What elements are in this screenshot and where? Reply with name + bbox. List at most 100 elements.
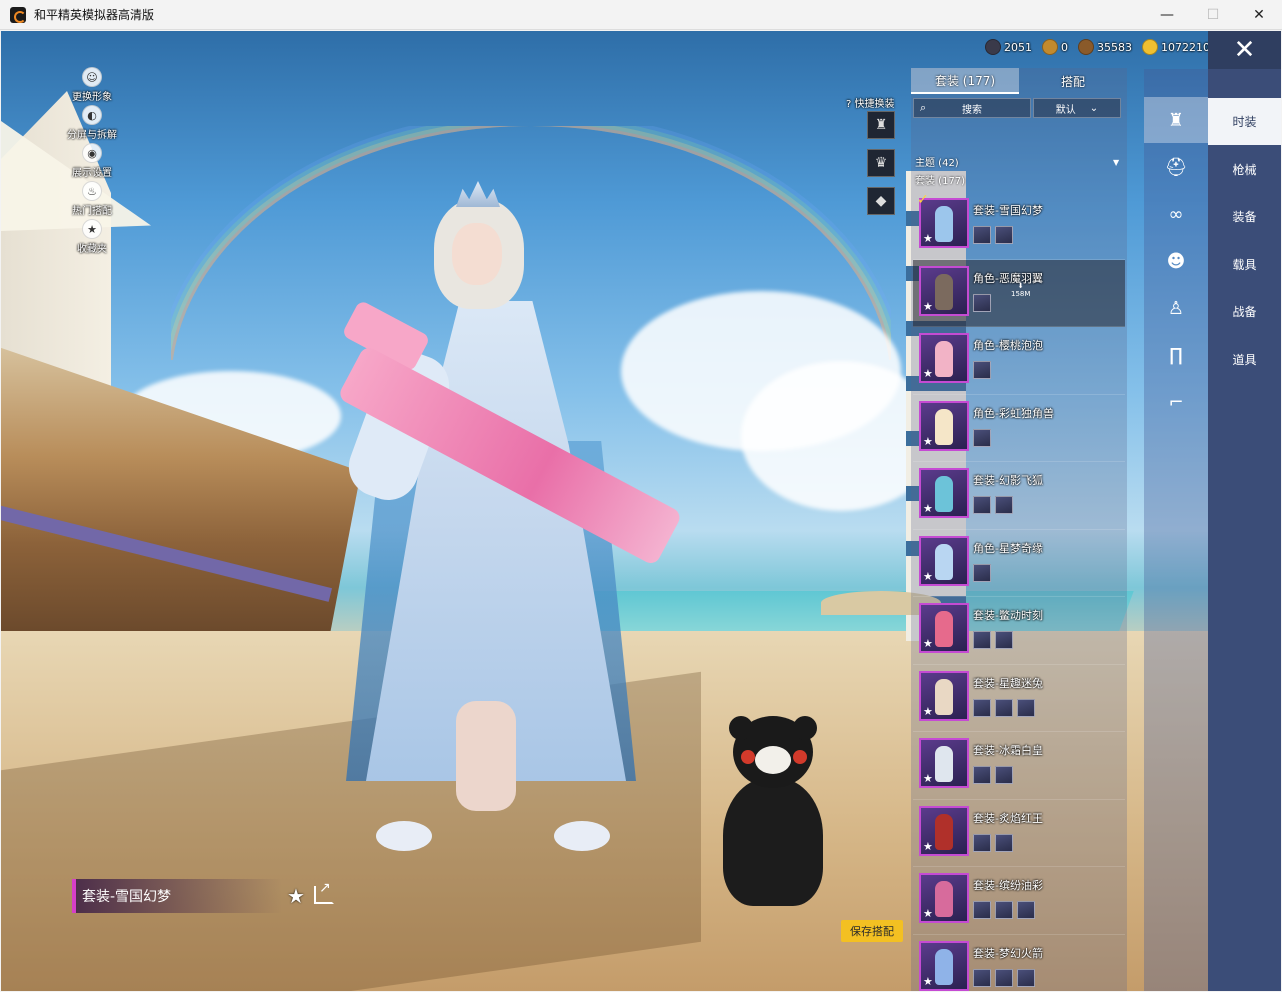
close-panel-button[interactable]: ✕ [1208, 31, 1281, 69]
star-icon[interactable]: ★ [923, 840, 933, 853]
top-icon[interactable]: ♙ [1144, 285, 1208, 331]
outfit-part-thumbnail[interactable] [973, 428, 991, 447]
outfit-part-thumbnail[interactable] [995, 226, 1013, 244]
theme-filter[interactable]: 主题 (42) [915, 154, 959, 169]
panel-tab[interactable]: 套装 (177) [911, 68, 1019, 94]
download-indicator[interactable]: ⬇ 158M [1011, 282, 1030, 298]
outfit-part-thumbnail[interactable] [973, 496, 991, 514]
eye-icon: ◉ [82, 143, 102, 163]
diamond-slot-button[interactable]: ◆ [867, 187, 895, 215]
mask-icon[interactable]: ☻ [1144, 238, 1208, 284]
outfit-part-thumbnail[interactable] [973, 563, 991, 582]
outfit-part-thumbnail[interactable] [973, 361, 991, 379]
category-tab[interactable]: 载具 [1208, 241, 1281, 288]
outfit-list-item[interactable]: ★ 套装-梦幻火箭 [913, 935, 1125, 992]
favorite-star-icon[interactable]: ★ [287, 884, 305, 908]
outfit-part-thumbnail[interactable] [973, 833, 991, 852]
outfit-name: 套装-炙焰红王 [973, 811, 1043, 825]
side-menu-item[interactable]: ☺ 更换形象 [57, 67, 127, 105]
outfit-part-thumbnail[interactable] [973, 293, 991, 312]
helmet-icon[interactable]: ⛑ [1144, 144, 1208, 190]
outfit-list-item[interactable]: ★ 套装-鳖动时刻 [913, 597, 1125, 665]
category-tab[interactable]: 枪械 [1208, 146, 1281, 193]
split-icon: ◐ [82, 105, 102, 125]
download-size: 158M [1011, 289, 1031, 298]
side-menu-item[interactable]: ★ 收藏夹 [57, 219, 127, 257]
category-tab[interactable]: 时装 [1208, 98, 1281, 145]
outfit-part-thumbnail[interactable] [995, 496, 1013, 514]
share-icon[interactable] [314, 880, 334, 904]
outfit-list-item[interactable]: ★ 角色-星梦奇缘 [913, 530, 1125, 597]
quick-swap-label[interactable]: ? 快捷换装 [846, 95, 895, 110]
outfit-name: 角色-彩虹独角兽 [973, 406, 1054, 420]
preset-slot-button[interactable]: ♜ [867, 111, 895, 139]
minimize-button[interactable]: — [1144, 0, 1190, 30]
close-window-button[interactable]: ✕ [1236, 0, 1282, 30]
star-icon[interactable]: ★ [923, 570, 933, 583]
bear-pet-model[interactable] [713, 716, 833, 906]
star-icon[interactable]: ★ [923, 435, 933, 448]
chevron-down-icon: ⌄ [1089, 102, 1099, 114]
outfit-list-item[interactable]: ★ 角色-樱桃泡泡 [913, 327, 1125, 395]
outfit-part-thumbnail[interactable] [973, 766, 991, 784]
outfit-part-thumbnail[interactable] [973, 226, 991, 244]
star-icon[interactable]: ★ [923, 502, 933, 515]
outfit-icon[interactable]: ♜ [1144, 97, 1208, 143]
sort-select[interactable]: 默认 ⌄ [1033, 98, 1121, 118]
outfit-list-item[interactable]: ★ 角色-恶魔羽翼 ⬇ 158M [913, 259, 1125, 327]
outfit-thumbnail: ★ [919, 603, 969, 653]
outfit-figure [935, 678, 953, 715]
triangle-down-icon[interactable]: ▼ [1113, 158, 1119, 167]
coin-icon [1078, 39, 1094, 55]
maximize-button[interactable]: ☐ [1190, 0, 1236, 30]
star-icon[interactable]: ★ [923, 232, 933, 245]
side-menu-item[interactable]: ◉ 展示设置 [57, 143, 127, 181]
outfit-part-thumbnail[interactable] [995, 833, 1013, 852]
bear-cheek [741, 750, 755, 764]
star-icon[interactable]: ★ [923, 637, 933, 650]
outfit-list-item[interactable]: ★ ✓ 套装-雪国幻梦 [913, 192, 1125, 260]
outfit-part-thumbnail[interactable] [995, 766, 1013, 784]
outfit-part-thumbnail[interactable] [973, 901, 991, 919]
outfit-part-thumbnail[interactable] [1017, 901, 1035, 919]
outfit-part-thumbnail[interactable] [1017, 968, 1035, 987]
star-icon[interactable]: ★ [923, 975, 933, 988]
outfit-list-item[interactable]: ★ 套装-幻影飞狐 [913, 462, 1125, 530]
star-icon[interactable]: ★ [923, 772, 933, 785]
outfit-list-item[interactable]: ★ 角色-彩虹独角兽 [913, 395, 1125, 462]
side-menu-item[interactable]: ♨ 热门搭配 [57, 181, 127, 219]
glasses-icon[interactable]: ∞ [1144, 191, 1208, 237]
outfit-part-thumbnail[interactable] [1017, 698, 1035, 717]
outfit-part-thumbnail[interactable] [973, 968, 991, 987]
outfit-part-thumbnail[interactable] [973, 631, 991, 649]
star-icon[interactable]: ★ [923, 907, 933, 920]
outfit-part-thumbnail[interactable] [973, 698, 991, 717]
shoes-icon[interactable]: ⌐ [1144, 379, 1208, 425]
star-icon[interactable]: ★ [923, 367, 933, 380]
outfit-part-thumbnail[interactable] [995, 968, 1013, 987]
pants-icon[interactable]: ∏ [1144, 332, 1208, 378]
category-tab[interactable]: 道具 [1208, 336, 1281, 383]
outfit-part-thumbnail[interactable] [995, 698, 1013, 717]
star-icon[interactable]: ★ [923, 705, 933, 718]
side-menu-item[interactable]: ◐ 分屏与拆解 [57, 105, 127, 143]
outfit-list-item[interactable]: ★ 套装-炙焰红王 [913, 800, 1125, 867]
suit-filter[interactable]: 套装 (177) [915, 172, 965, 187]
outfit-name: 套装-缤纷油彩 [973, 879, 1043, 892]
outfit-list-item[interactable]: ★ 套装-缤纷油彩 [913, 867, 1125, 935]
save-outfit-button[interactable]: 保存搭配 [841, 920, 903, 942]
panel-tab[interactable]: 搭配 [1019, 68, 1127, 94]
star-icon[interactable]: ★ [923, 300, 933, 313]
outfit-figure [935, 206, 953, 242]
category-tab[interactable]: 战备 [1208, 288, 1281, 335]
category-tab[interactable]: 装备 [1208, 193, 1281, 240]
favorites-icon: ★ [82, 219, 102, 239]
outfit-part-thumbnail[interactable] [995, 631, 1013, 649]
outfit-list-item[interactable]: ★ 套装-冰霜白皇 [913, 732, 1125, 800]
help-icon: ? [846, 99, 852, 110]
outfit-part-thumbnail[interactable] [995, 901, 1013, 919]
side-menu-label: 收藏夹 [77, 244, 107, 255]
badge-slot-button[interactable]: ♛ [867, 149, 895, 177]
outfit-list-item[interactable]: ★ 套装-星趣迷兔 [913, 665, 1125, 732]
search-input[interactable]: ⌕ 搜索 [913, 98, 1031, 118]
